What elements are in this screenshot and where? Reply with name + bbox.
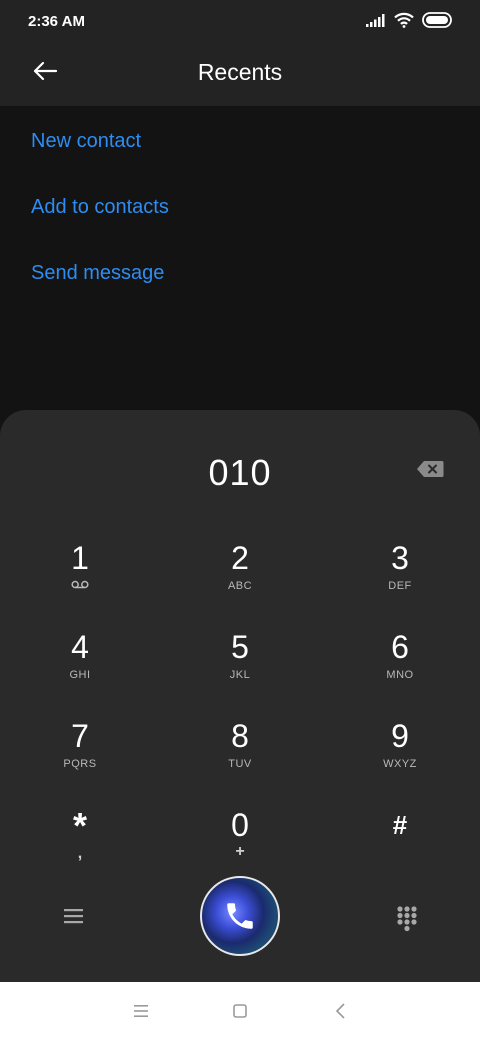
key-9[interactable]: 9 WXYZ (340, 718, 460, 798)
top-bar: 2:36 AM Recents (0, 0, 480, 106)
key-digit: 1 (71, 540, 89, 576)
home-nav-button[interactable] (230, 1002, 250, 1020)
key-8[interactable]: 8 TUV (180, 718, 300, 798)
menu-icon (64, 909, 83, 924)
screen: 2:36 AM Recents New contact Add to conta… (0, 0, 480, 1040)
key-digit: * (72, 805, 87, 846)
dialed-number: 010 (208, 452, 272, 493)
key-digit: 2 (231, 540, 249, 576)
key-letters: MNO (386, 669, 414, 681)
menu-lines-icon (134, 1005, 148, 1017)
page-title: Recents (197, 59, 283, 85)
system-nav-bar (0, 982, 480, 1040)
dialpad-icon (397, 906, 417, 932)
key-6[interactable]: 6 MNO (340, 629, 460, 709)
key-letters: TUV (228, 758, 252, 770)
key-digit: 5 (231, 629, 249, 665)
key-letters: GHI (69, 669, 91, 681)
phone-icon (227, 903, 253, 929)
back-nav-button[interactable] (331, 1002, 351, 1020)
key-letters: PQRS (63, 758, 97, 770)
key-letters: DEF (388, 580, 412, 592)
backspace-icon (417, 461, 444, 477)
key-digit: 4 (71, 629, 89, 665)
chevron-left-icon (335, 1003, 345, 1019)
dialpad-toggle-button[interactable] (394, 904, 420, 932)
status-time: 2:36 AM (28, 13, 85, 30)
wifi-icon (394, 12, 414, 28)
key-3[interactable]: 3 DEF (340, 540, 460, 620)
battery-icon (422, 12, 452, 28)
key-2[interactable]: 2 ABC (180, 540, 300, 620)
key-7[interactable]: 7 PQRS (20, 718, 140, 798)
status-icons (366, 12, 452, 28)
dialpad-sheet: 010 1 2 ABC 3 DEF 4 GHI 5 JKL 6 MNO 7 PQ… (0, 410, 480, 982)
action-list: New contact Add to contacts Send message (0, 106, 480, 304)
call-button[interactable] (200, 876, 280, 956)
signal-icon (366, 14, 385, 27)
recents-nav-button[interactable] (131, 1002, 151, 1020)
key-letters: ABC (227, 580, 253, 592)
key-5[interactable]: 5 JKL (180, 629, 300, 709)
new-contact-link[interactable]: New contact (31, 106, 480, 172)
key-4[interactable]: 4 GHI (20, 629, 140, 709)
key-star[interactable]: * , (20, 807, 140, 887)
key-digit: 8 (231, 718, 249, 754)
key-1[interactable]: 1 (20, 540, 140, 620)
key-digit: 3 (391, 540, 409, 576)
key-symbol: , (77, 845, 83, 862)
key-letters: JKL (229, 669, 251, 681)
key-digit: # (392, 810, 408, 840)
send-message-link[interactable]: Send message (31, 238, 480, 304)
key-symbol: + (235, 843, 245, 860)
add-to-contacts-link[interactable]: Add to contacts (31, 172, 480, 238)
key-letters: WXYZ (383, 758, 417, 770)
menu-button[interactable] (60, 904, 88, 928)
key-0[interactable]: 0 + (180, 807, 300, 887)
key-digit: 6 (391, 629, 409, 665)
voicemail-icon (20, 580, 140, 592)
key-digit: 0 (231, 807, 249, 843)
key-hash[interactable]: # (340, 807, 460, 887)
key-digit: 9 (391, 718, 409, 754)
square-icon (233, 1004, 247, 1018)
key-digit: 7 (71, 718, 89, 754)
backspace-button[interactable] (416, 460, 444, 478)
header: Recents (0, 44, 480, 106)
